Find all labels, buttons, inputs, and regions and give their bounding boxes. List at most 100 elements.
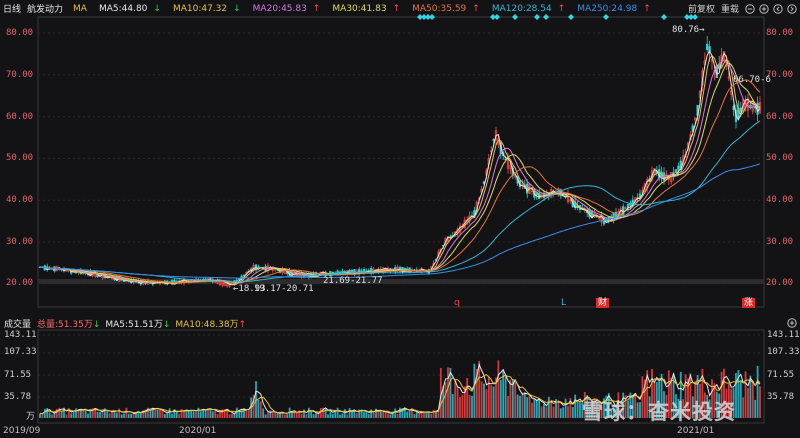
- volume-bar: [75, 408, 77, 418]
- date-label: 2019/09: [3, 426, 41, 436]
- price-tick-right: 30.00: [766, 237, 794, 247]
- volume-bar: [331, 414, 334, 418]
- volume-bar: [499, 379, 502, 418]
- volume-bar: [382, 411, 385, 418]
- volume-bar: [480, 381, 483, 418]
- volume-bar: [279, 413, 281, 418]
- volume-bar: [276, 413, 279, 418]
- volume-bar: [567, 406, 569, 418]
- volume-bar: [312, 414, 315, 418]
- volume-bar: [55, 408, 58, 418]
- volume-bar: [171, 413, 173, 418]
- volume-tick-right: 107.33: [767, 347, 800, 357]
- volume-bar: [108, 413, 111, 418]
- volume-bar: [363, 412, 365, 418]
- volume-bar: [211, 411, 214, 418]
- volume-bar: [533, 398, 536, 418]
- volume-bar: [293, 412, 296, 418]
- volume-bar: [262, 408, 265, 418]
- volume-tick-left: 143.11: [4, 330, 37, 340]
- volume-bar: [756, 365, 759, 418]
- volume-bar: [552, 406, 555, 418]
- volume-bar: [209, 408, 212, 418]
- volume-bar: [430, 413, 433, 418]
- volume-bar: [96, 411, 99, 418]
- volume-bar: [432, 409, 435, 418]
- event-tag[interactable]: q: [452, 298, 462, 308]
- volume-bar: [305, 414, 308, 418]
- volume-tick-right: 35.78: [767, 392, 795, 402]
- volume-bar: [399, 407, 401, 418]
- volume-bar: [348, 408, 351, 418]
- volume-bar: [84, 409, 87, 418]
- volume-bar: [319, 408, 322, 418]
- volume-bar: [139, 413, 142, 418]
- volume-bar: [749, 375, 752, 418]
- volume-bar: [576, 400, 579, 418]
- volume-bar: [547, 396, 550, 418]
- volume-bar: [72, 410, 75, 418]
- volume-bar: [571, 407, 574, 418]
- volume-bar: [559, 408, 562, 418]
- kline-chart[interactable]: [0, 0, 800, 438]
- volume-bar: [535, 399, 538, 418]
- volume-bar: [269, 410, 272, 418]
- date-label: 2020/01: [179, 426, 217, 436]
- volume-bar: [545, 407, 548, 418]
- volume-bar: [123, 413, 125, 418]
- candle-body: [674, 169, 678, 173]
- volume-bar: [579, 401, 581, 418]
- event-diamond-icon: [661, 14, 667, 20]
- event-tag[interactable]: 财: [596, 298, 610, 308]
- volume-bar: [459, 397, 461, 418]
- volume-bar: [264, 414, 267, 418]
- volume-bar: [127, 413, 130, 418]
- event-diamond-icon: [429, 14, 435, 20]
- volume-bar: [483, 383, 485, 418]
- date-label: 2021/01: [677, 426, 715, 436]
- volume-bar: [315, 413, 317, 418]
- volume-tick-left: 35.78: [4, 392, 32, 402]
- event-diamond-icon: [512, 14, 518, 20]
- volume-title: 成交量: [4, 319, 32, 330]
- volume-bar: [415, 411, 418, 418]
- event-diamond-icon: [534, 14, 540, 20]
- volume-bar: [497, 360, 500, 418]
- high-annotation: 80.76→: [672, 25, 705, 35]
- volume-bar: [466, 378, 469, 418]
- volume-bar: [365, 411, 368, 418]
- event-tag[interactable]: L: [559, 298, 568, 308]
- volume-bar: [149, 409, 152, 418]
- volume-bar: [418, 412, 421, 418]
- volume-bar: [485, 389, 488, 418]
- volume-bar: [231, 413, 233, 418]
- event-tag[interactable]: 涨: [742, 298, 756, 308]
- volume-bar: [394, 408, 397, 418]
- range-annotation: 21.69-21.77: [323, 276, 383, 286]
- volume-bar: [514, 380, 517, 418]
- volume-bar: [389, 414, 392, 418]
- volume-bar: [178, 413, 181, 418]
- volume-bar: [387, 413, 389, 418]
- volume-bar: [219, 412, 221, 418]
- volume-bar: [70, 413, 73, 418]
- volume-bar: [60, 411, 63, 418]
- volume-bar: [291, 411, 293, 418]
- volume-unit: 万: [26, 412, 36, 422]
- volume-bar: [519, 395, 521, 418]
- volume-bar: [754, 399, 757, 418]
- volume-tick-right: 143.11: [767, 330, 800, 340]
- volume-bar: [43, 408, 46, 418]
- volume-bar: [46, 407, 49, 418]
- price-tick-right: 50.00: [766, 153, 794, 163]
- volume-bar: [310, 410, 313, 418]
- volume-bar: [216, 413, 219, 418]
- volume-bar: [384, 411, 387, 418]
- volume-bar: [130, 413, 133, 418]
- volume-bar: [747, 387, 749, 418]
- plus-icon[interactable]: [787, 318, 797, 328]
- volume-bar: [492, 386, 495, 418]
- volume-bar: [427, 412, 430, 418]
- watermark: 雪球：杳米投资: [582, 400, 736, 424]
- volume-bar: [379, 412, 382, 418]
